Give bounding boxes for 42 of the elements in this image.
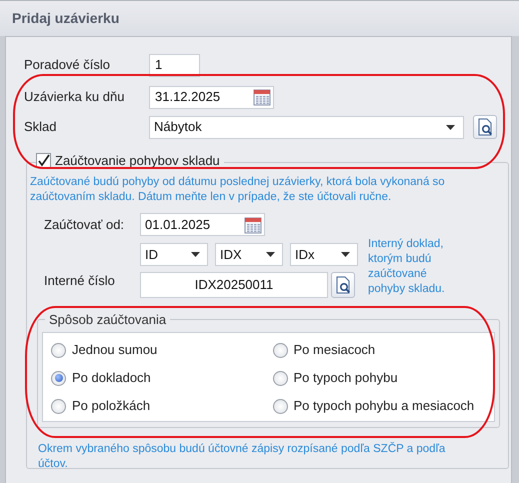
radio-button[interactable] <box>272 342 288 358</box>
series-dropdown[interactable]: ID <box>140 243 208 266</box>
window-title: Pridaj uzávierku <box>12 9 120 28</box>
calendar-icon[interactable] <box>253 88 271 106</box>
radio-button[interactable] <box>272 370 288 386</box>
field-label: Zaúčtovať od: <box>44 216 126 234</box>
checkbox-label: Zaúčtovanie pohybov skladu <box>55 152 220 170</box>
radio-button[interactable] <box>51 398 66 414</box>
document-search-icon <box>477 118 493 136</box>
document-search-icon <box>335 276 351 294</box>
radio-button[interactable] <box>51 370 66 386</box>
radio-label: Jednou sumou <box>72 341 158 360</box>
radio-label: Po mesiacoch <box>294 341 376 360</box>
radio-label: Po typoch pohybu a mesiacoch <box>294 397 474 416</box>
lookup-button[interactable] <box>331 272 355 298</box>
order-number-field[interactable]: 1 <box>149 54 200 76</box>
radio-label: Po položkách <box>72 397 150 416</box>
series-dropdown[interactable]: IDx <box>290 243 358 266</box>
dropdown-caret-icon <box>446 124 455 130</box>
field-label: Poradové číslo <box>24 56 111 74</box>
checkbox[interactable] <box>36 153 51 168</box>
field-label: Interné číslo <box>44 272 116 290</box>
internal-number-field[interactable]: IDX20250011 <box>140 272 328 298</box>
date-field[interactable]: 01.01.2025 <box>140 213 265 236</box>
field-label: Sklad <box>24 118 58 136</box>
radio-button[interactable] <box>51 342 66 358</box>
dropdown-caret-icon <box>341 252 350 257</box>
info-text: Zaúčtované budú pohyby od dátumu poslednej uzávierky, ktorá bola vykonaná so zaúčtovaním skladu. Dátum meňte len v prípade, že ste účtovali ručne. <box>30 175 446 205</box>
dropdown-caret-icon <box>266 252 275 257</box>
note-text: Okrem vybraného spôsobu budú účtovné zápisy rozpísané podľa SZČP a podľa účtov. <box>38 442 446 472</box>
radio-label: Po typoch pohybu <box>294 369 398 388</box>
series-dropdown[interactable]: IDX <box>215 243 283 266</box>
radio-label: Po dokladoch <box>72 369 151 388</box>
dropdown-caret-icon <box>191 252 200 257</box>
warehouse-dropdown[interactable]: Nábytok <box>149 116 464 138</box>
date-field[interactable]: 31.12.2025 <box>149 86 274 108</box>
radio-button[interactable] <box>272 398 288 414</box>
lookup-button[interactable] <box>473 115 497 139</box>
check-icon <box>37 154 50 168</box>
calendar-icon[interactable] <box>244 216 262 234</box>
field-label: Uzávierka ku dňu <box>24 88 126 106</box>
hint-text: Interný doklad, ktorým budú zaúčtované pohyby skladu. <box>368 237 446 297</box>
